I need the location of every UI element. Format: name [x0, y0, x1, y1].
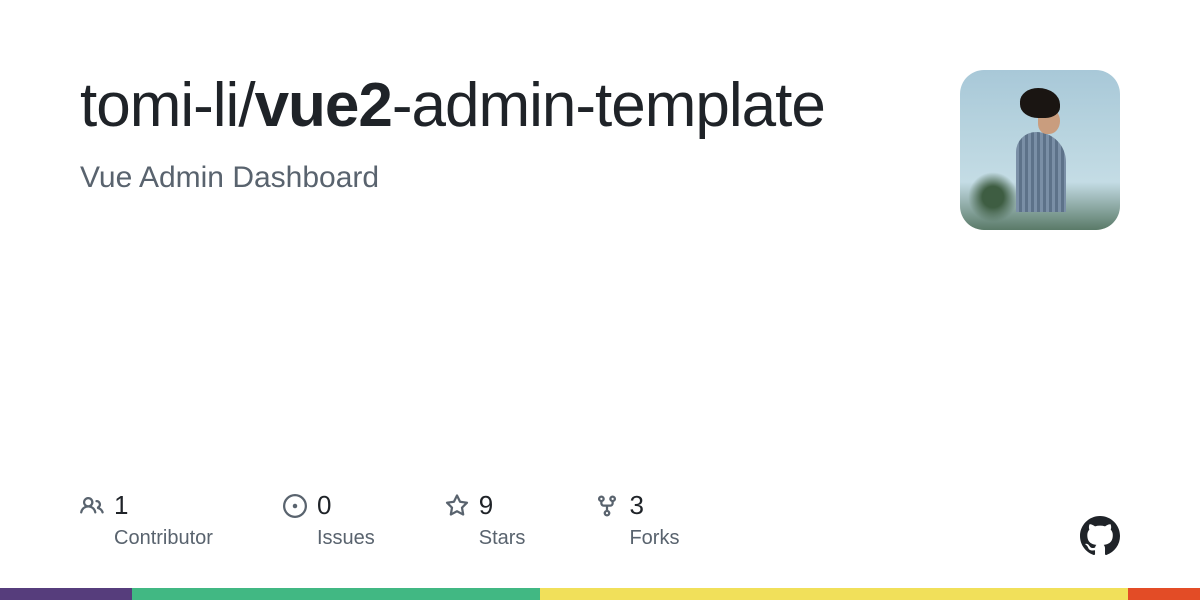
stats-row: 1 Contributor 0 Issues 9 Stars — [80, 490, 1120, 550]
repo-separator: / — [238, 71, 254, 140]
stat-stars[interactable]: 9 Stars — [445, 490, 526, 550]
stat-contributors[interactable]: 1 Contributor — [80, 490, 213, 550]
repo-name-bold[interactable]: vue2 — [255, 71, 392, 140]
issue-icon — [283, 494, 307, 518]
star-icon — [445, 494, 469, 518]
stat-issues-count: 0 — [317, 490, 331, 521]
repo-name-rest[interactable]: -admin-template — [392, 71, 825, 140]
language-segment — [540, 588, 1128, 600]
stat-forks[interactable]: 3 Forks — [595, 490, 679, 550]
fork-icon — [595, 494, 619, 518]
repo-title[interactable]: tomi-li/vue2-admin-template — [80, 70, 860, 141]
repo-owner[interactable]: tomi-li — [80, 71, 238, 140]
stat-forks-count: 3 — [629, 490, 643, 521]
repo-description: Vue Admin Dashboard — [80, 161, 860, 195]
avatar-figure — [1008, 88, 1068, 218]
stat-stars-label: Stars — [479, 527, 526, 550]
language-segment — [0, 588, 132, 600]
avatar[interactable] — [960, 70, 1120, 230]
stat-issues-label: Issues — [317, 527, 375, 550]
language-segment — [1128, 588, 1200, 600]
github-logo-icon[interactable] — [1080, 516, 1120, 556]
stat-contributors-label: Contributor — [114, 527, 213, 550]
stat-contributors-count: 1 — [114, 490, 128, 521]
language-segment — [132, 588, 540, 600]
stat-forks-label: Forks — [629, 527, 679, 550]
people-icon — [80, 494, 104, 518]
language-color-bar — [0, 588, 1200, 600]
repo-title-block: tomi-li/vue2-admin-template Vue Admin Da… — [80, 70, 860, 195]
stat-stars-count: 9 — [479, 490, 493, 521]
stat-issues[interactable]: 0 Issues — [283, 490, 375, 550]
